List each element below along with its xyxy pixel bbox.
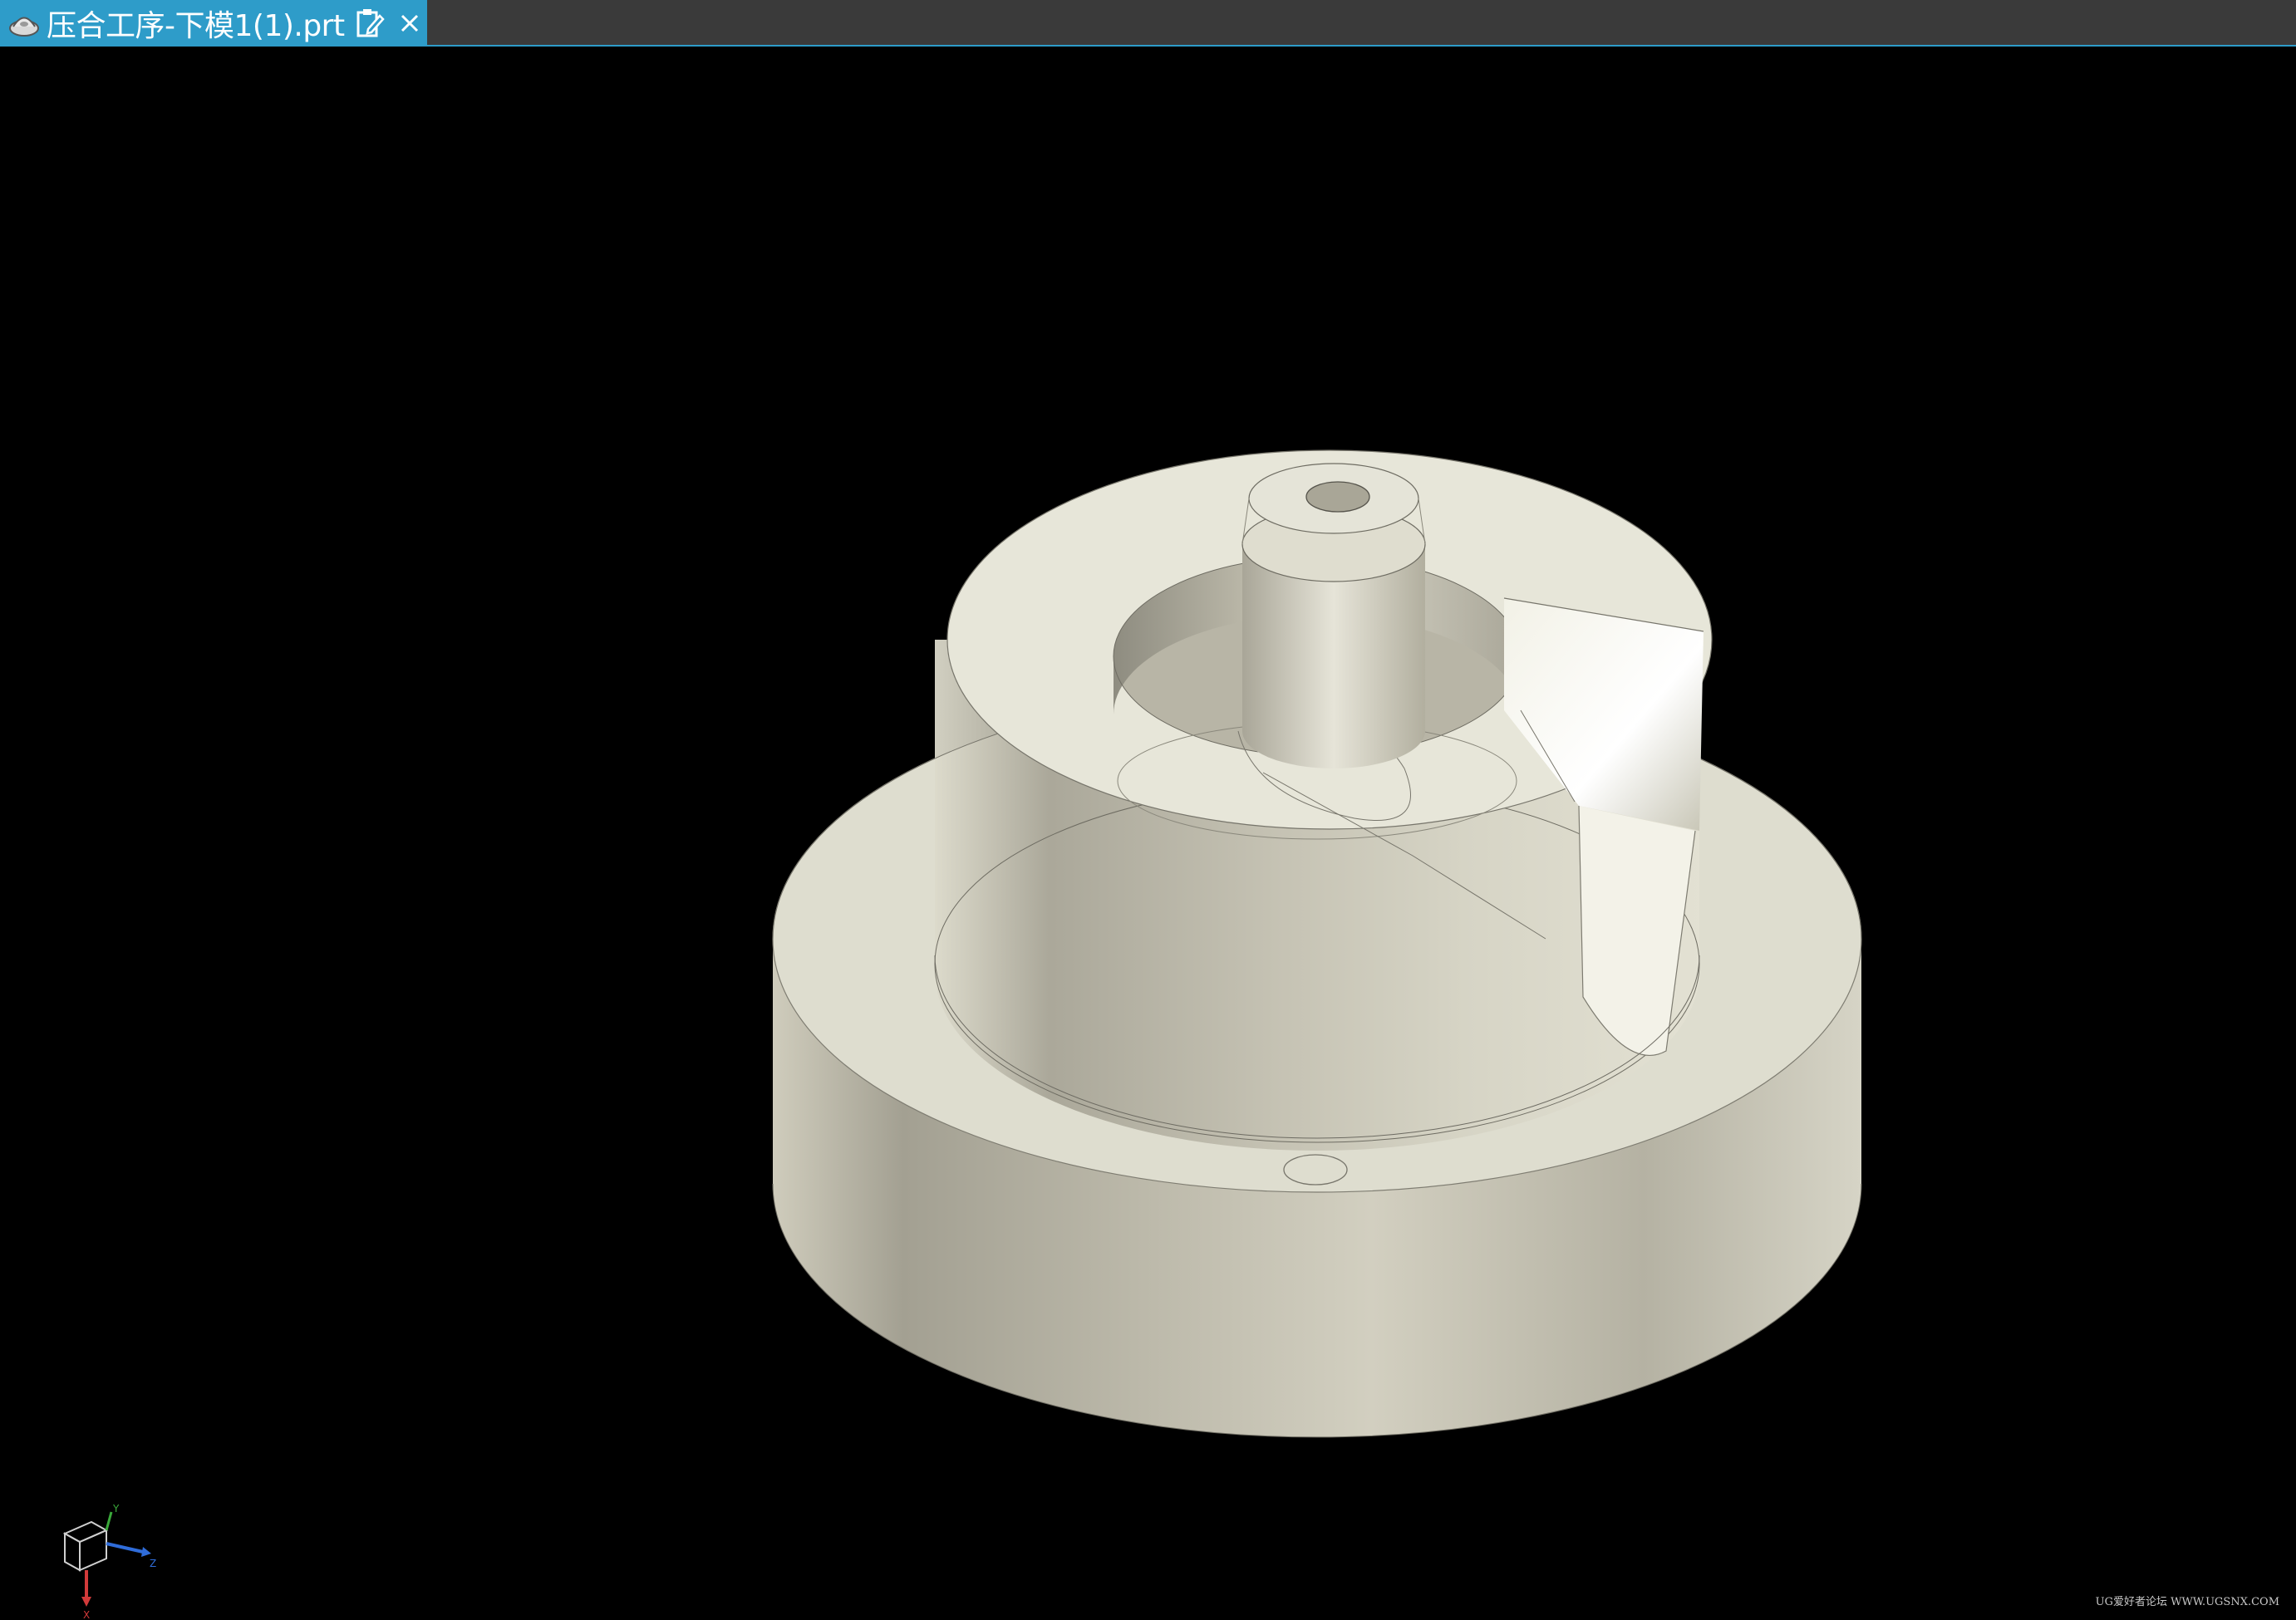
- watermark: UG爱好者论坛 WWW.UGSNX.COM: [2095, 1596, 2279, 1608]
- part-model-3d: [772, 449, 1862, 1438]
- y-axis-label: Y: [112, 1503, 120, 1514]
- y-axis: [105, 1511, 113, 1531]
- document-tab-bar: 压合工序-下模1(1).prt: [0, 0, 2296, 47]
- edit-document-icon[interactable]: [353, 7, 386, 40]
- nx-application: 压合工序-下模1(1).prt Y Z X UG爱好者论坛 WWW.UGSNX.…: [0, 0, 2296, 1620]
- triad-cube: [62, 1520, 109, 1572]
- x-axis-label: X: [83, 1609, 90, 1620]
- coordinate-triad: Y Z X: [62, 1503, 156, 1620]
- close-icon[interactable]: [393, 7, 426, 40]
- z-axis: [106, 1542, 144, 1554]
- document-tab[interactable]: 压合工序-下模1(1).prt: [0, 0, 427, 47]
- tab-title: 压合工序-下模1(1).prt: [47, 9, 345, 43]
- z-axis-label: Z: [150, 1558, 156, 1569]
- graphics-viewport[interactable]: Y Z X UG爱好者论坛 WWW.UGSNX.COM: [0, 47, 2296, 1620]
- part-file-icon: [5, 4, 43, 42]
